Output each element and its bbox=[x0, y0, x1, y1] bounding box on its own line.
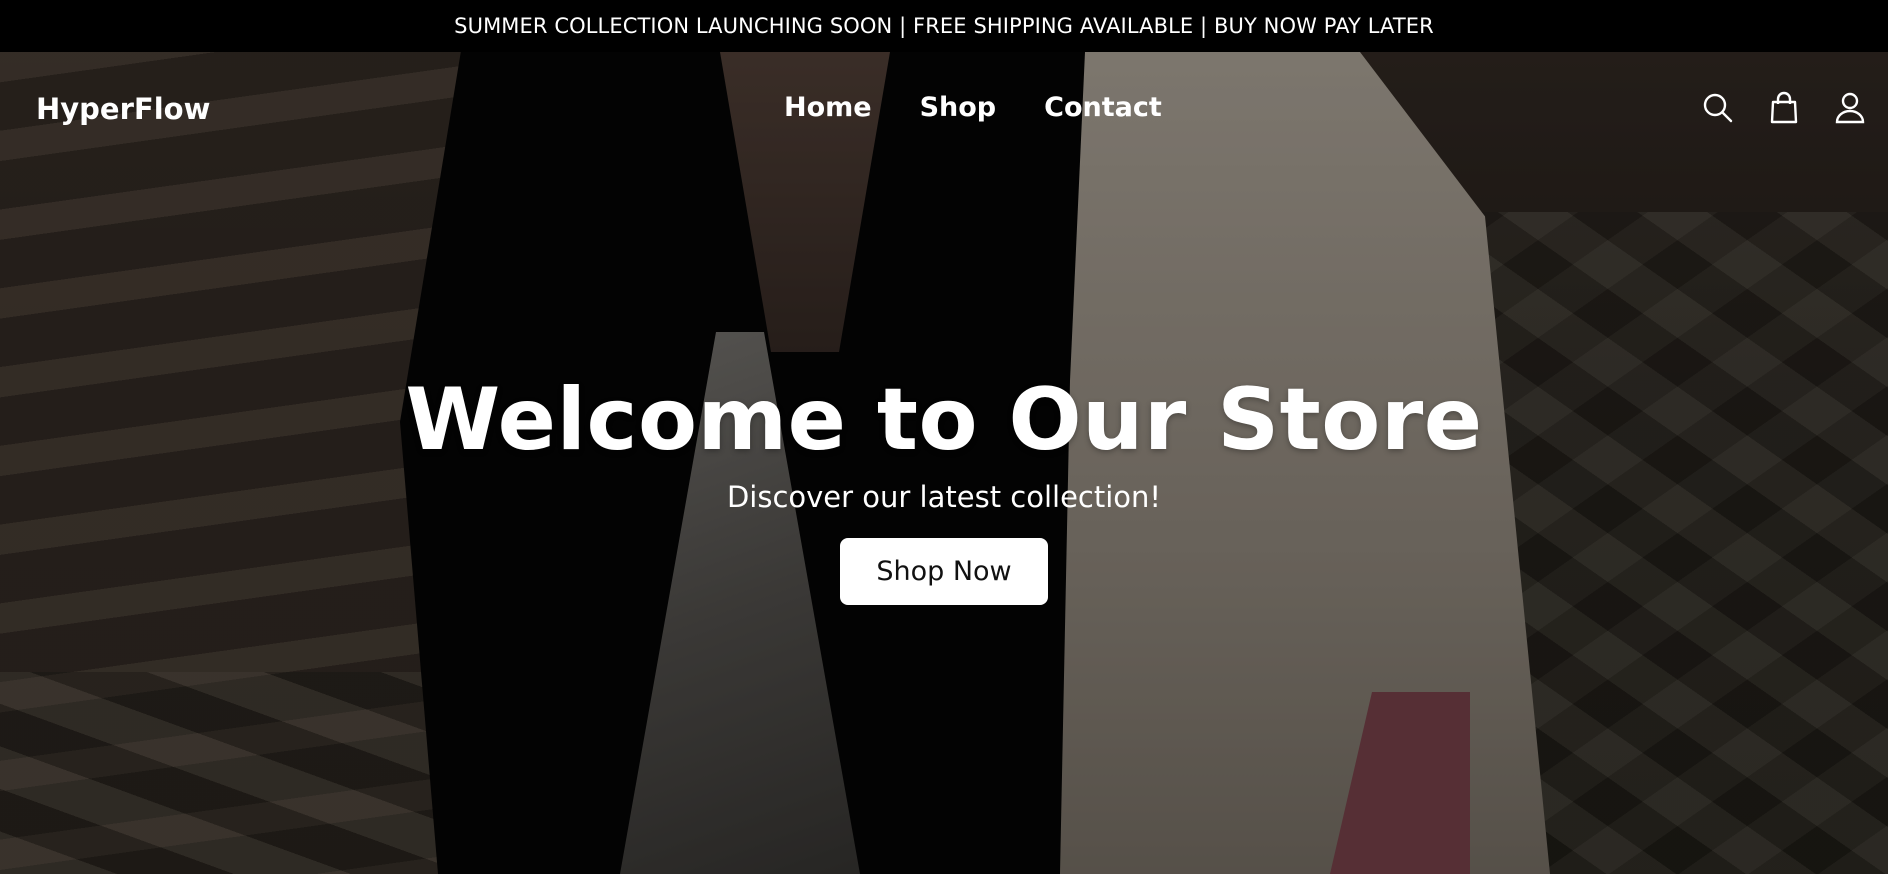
hero-content: Welcome to Our Store Discover our latest… bbox=[0, 370, 1888, 605]
nav-link-contact[interactable]: Contact bbox=[1044, 92, 1162, 123]
main-navigation: HyperFlow Home Shop Contact bbox=[0, 52, 1888, 168]
nav-icons bbox=[1700, 90, 1868, 126]
user-icon[interactable] bbox=[1832, 90, 1868, 126]
announcement-bar: SUMMER COLLECTION LAUNCHING SOON | FREE … bbox=[0, 0, 1888, 52]
search-icon[interactable] bbox=[1700, 90, 1736, 126]
shopping-bag-icon[interactable] bbox=[1766, 90, 1802, 126]
hero-subtitle: Discover our latest collection! bbox=[726, 480, 1162, 514]
announcement-text: SUMMER COLLECTION LAUNCHING SOON | FREE … bbox=[454, 14, 1434, 38]
nav-link-home[interactable]: Home bbox=[784, 92, 872, 123]
brand-logo[interactable]: HyperFlow bbox=[36, 92, 210, 126]
shop-now-button[interactable]: Shop Now bbox=[840, 538, 1048, 605]
nav-menu: Home Shop Contact bbox=[784, 92, 1162, 123]
hero-title: Welcome to Our Store bbox=[405, 370, 1483, 470]
nav-link-shop[interactable]: Shop bbox=[920, 92, 997, 123]
